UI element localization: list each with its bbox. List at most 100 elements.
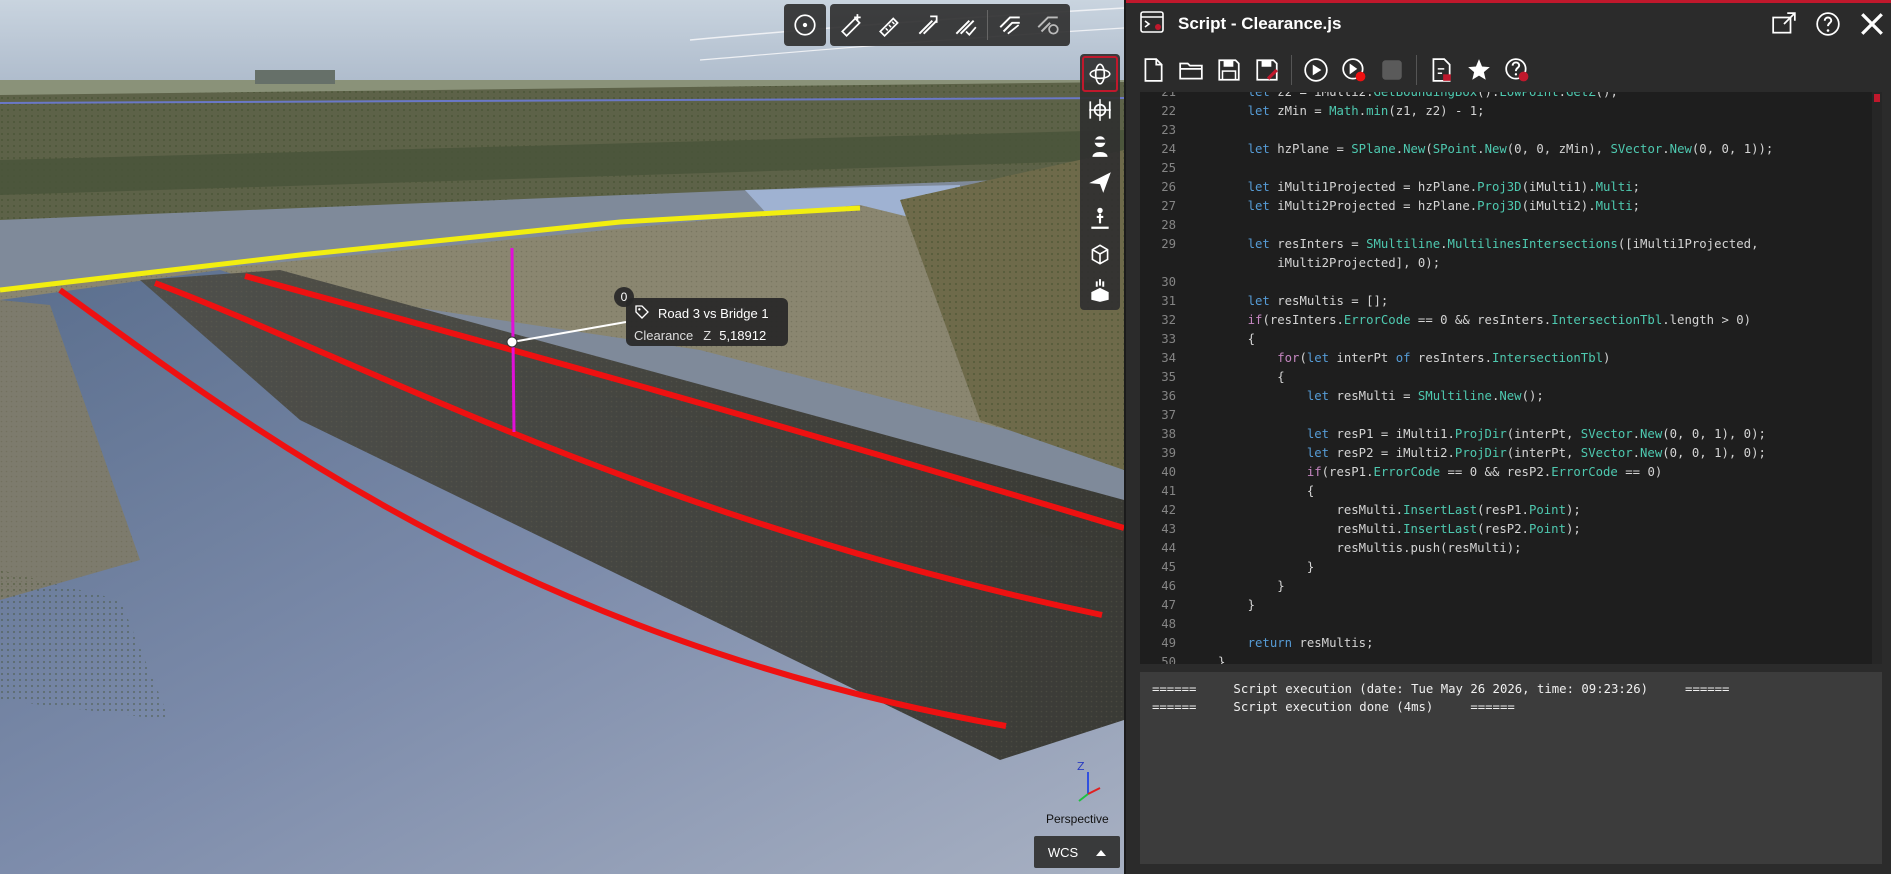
code-text: let z2 = iMulti2.GetBoundingBox().LowPoi… [1247,92,1618,99]
tag-value: 5,18912 [719,328,767,343]
code-line[interactable]: 44 resMultis.push(resMulti); [1140,539,1880,558]
popout-icon[interactable] [1769,9,1799,39]
code-text: let resP1 = iMulti1.ProjDir(interPt, SVe… [1306,427,1766,441]
chevron-up-icon [1096,845,1107,860]
coord-system-label: WCS [1047,844,1079,860]
code-line[interactable]: 48 [1140,615,1880,634]
code-line[interactable]: 45 } [1140,558,1880,577]
code-line[interactable]: iMulti2Projected], 0); [1140,254,1880,273]
walk-icon[interactable] [1082,128,1118,164]
export-script-icon[interactable] [1424,53,1458,87]
tag-anchor-point[interactable] [506,336,518,348]
code-line[interactable]: 46 } [1140,577,1880,596]
code-line[interactable]: 24 let hzPlane = SPlane.New(SPoint.New(0… [1140,140,1880,159]
viewport-3d[interactable]: ~ Z [0,0,1124,874]
point-cloud-scene[interactable]: ~ Z [0,0,1124,874]
code-line[interactable]: 32 if(resInters.ErrorCode == 0 && resInt… [1140,311,1880,330]
line-number: 30 [1161,275,1176,289]
line-number: 43 [1161,522,1176,536]
code-line[interactable]: 21 let z2 = iMulti2.GetBoundingBox().Low… [1140,92,1880,102]
line-number: 31 [1161,294,1176,308]
panel-title-bar: Script - Clearance.js [1126,3,1891,45]
clearance-tag[interactable]: Road 3 vs Bridge 1 Clearance Z 5,18912 [626,298,788,346]
stop-icon[interactable] [1375,53,1409,87]
help-icon[interactable] [1813,9,1843,39]
console-line: ====== Script execution done (4ms) =====… [1152,700,1515,714]
code-line[interactable]: 38 let resP1 = iMulti1.ProjDir(interPt, … [1140,425,1880,444]
target-icon[interactable] [789,9,821,41]
code-line[interactable]: 28 [1140,216,1880,235]
save-as-icon[interactable] [1250,53,1284,87]
code-line[interactable]: 33 { [1140,330,1880,349]
line-number: 46 [1161,579,1176,593]
new-file-icon[interactable] [1136,53,1170,87]
script-help-icon[interactable] [1500,53,1534,87]
code-text: } [1218,560,1315,574]
code-line[interactable]: 50} [1140,653,1880,664]
code-line[interactable]: 49 return resMultis; [1140,634,1880,653]
code-line[interactable]: 40 if(resP1.ErrorCode == 0 && resP2.Erro… [1140,463,1880,482]
line-number: 24 [1161,142,1176,156]
viewport-navigation-toolbar [1080,54,1120,310]
code-line[interactable]: 43 resMulti.InsertLast(resP2.Point); [1140,520,1880,539]
output-console[interactable]: ====== Script execution (date: Tue May 2… [1140,672,1882,864]
code-line[interactable]: 34 for(let interPt of resInters.Intersec… [1140,349,1880,368]
code-line[interactable]: 37 [1140,406,1880,425]
code-text: resMultis.push(resMulti); [1218,541,1522,555]
line-number: 42 [1161,503,1176,517]
code-text: } [1218,598,1256,612]
measure-icon[interactable] [874,9,906,41]
code-line[interactable]: 30 [1140,273,1880,292]
script-window-icon [1140,10,1164,38]
code-line[interactable]: 29 let resInters = SMultiline.Multilines… [1140,235,1880,254]
save-icon[interactable] [1212,53,1246,87]
code-line[interactable]: 22 let zMin = Math.min(z1, z2) - 1; [1140,102,1880,121]
script-toolbar [1136,52,1534,88]
sweep-check-icon[interactable] [1032,9,1064,41]
sweep-icon[interactable] [994,9,1026,41]
code-line[interactable]: 26 let iMulti1Projected = hzPlane.Proj3D… [1140,178,1880,197]
toolbar-separator [1291,55,1292,85]
code-line[interactable]: 39 let resP2 = iMulti2.ProjDir(interPt, … [1140,444,1880,463]
clearance-icon[interactable] [912,9,944,41]
fly-icon[interactable] [1082,164,1118,200]
code-text: resMulti.InsertLast(resP1.Point); [1218,503,1581,517]
center-view-icon[interactable] [1082,92,1118,128]
code-line[interactable]: 27 let iMulti2Projected = hzPlane.Proj3D… [1140,197,1880,216]
line-number: 21 [1161,92,1176,99]
code-editor[interactable]: 21 let z2 = iMulti2.GetBoundingBox().Low… [1140,92,1882,664]
line-number: 27 [1161,199,1176,213]
panel-title: Script - Clearance.js [1178,14,1342,33]
measure-add-icon[interactable] [836,9,868,41]
coord-system-selector[interactable]: WCS [1034,836,1120,868]
code-text: resMulti.InsertLast(resP2.Point); [1218,522,1581,536]
open-folder-icon[interactable] [1174,53,1208,87]
hand-box-icon[interactable] [1082,272,1118,308]
code-line[interactable]: 31 let resMultis = []; [1140,292,1880,311]
orbit-icon[interactable] [1082,56,1118,92]
code-text: let zMin = Math.min(z1, z2) - 1; [1247,104,1485,118]
line-number: 50 [1161,655,1176,664]
pedestrian-icon[interactable] [1082,200,1118,236]
code-line[interactable]: 47 } [1140,596,1880,615]
run-icon[interactable] [1299,53,1333,87]
tag-title: Road 3 vs Bridge 1 [658,305,769,321]
code-line[interactable]: 25 [1140,159,1880,178]
line-number: 33 [1161,332,1176,346]
code-text: { [1218,332,1256,346]
line-number: 47 [1161,598,1176,612]
close-icon[interactable] [1857,9,1887,39]
favorite-icon[interactable] [1462,53,1496,87]
code-line[interactable]: 42 resMulti.InsertLast(resP1.Point); [1140,501,1880,520]
clearance-check-icon[interactable] [949,9,981,41]
tag-axis: Z [703,328,712,343]
view-cube-icon[interactable] [1082,236,1118,272]
code-line[interactable]: 41 { [1140,482,1880,501]
axis-z-label: Z [1077,760,1085,773]
code-text: let iMulti2Projected = hzPlane.Proj3D(iM… [1247,199,1641,213]
code-line[interactable]: 35 { [1140,368,1880,387]
code-line[interactable]: 36 let resMulti = SMultiline.New(); [1140,387,1880,406]
tag-icon [634,304,650,323]
record-icon[interactable] [1337,53,1371,87]
code-line[interactable]: 23 [1140,121,1880,140]
